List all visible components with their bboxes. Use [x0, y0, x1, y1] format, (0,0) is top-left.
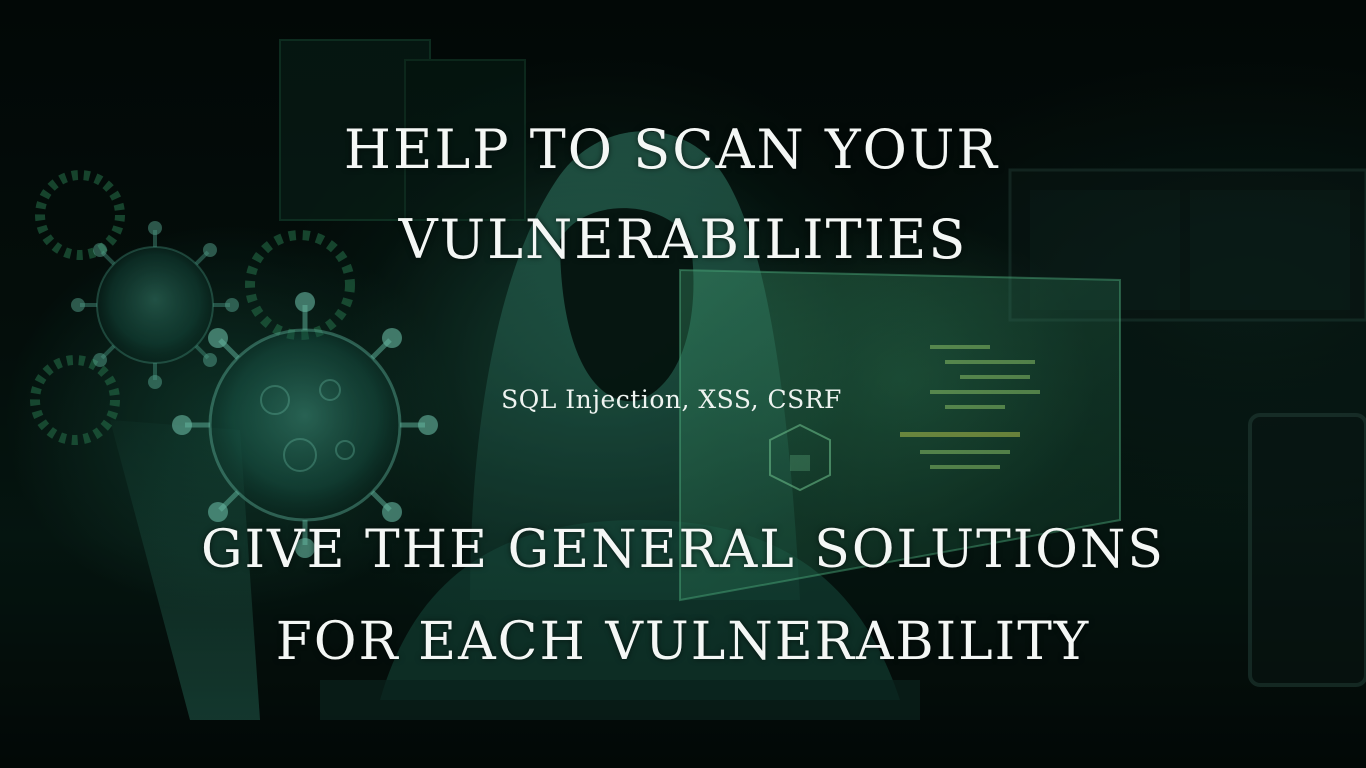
subtitle: SQL Injection, XSS, CSRF — [501, 385, 842, 414]
heading2-line-2: FOR EACH VULNERABILITY — [275, 612, 1091, 672]
heading2-line-1: GIVE THE GENERAL SOLUTIONS — [200, 520, 1166, 580]
slide: HELP TO SCAN YOUR VULNERABILITIES SQL In… — [0, 0, 1366, 768]
heading-line-1: HELP TO SCAN YOUR — [343, 118, 1000, 181]
heading-line-2: VULNERABILITIES — [398, 208, 968, 271]
